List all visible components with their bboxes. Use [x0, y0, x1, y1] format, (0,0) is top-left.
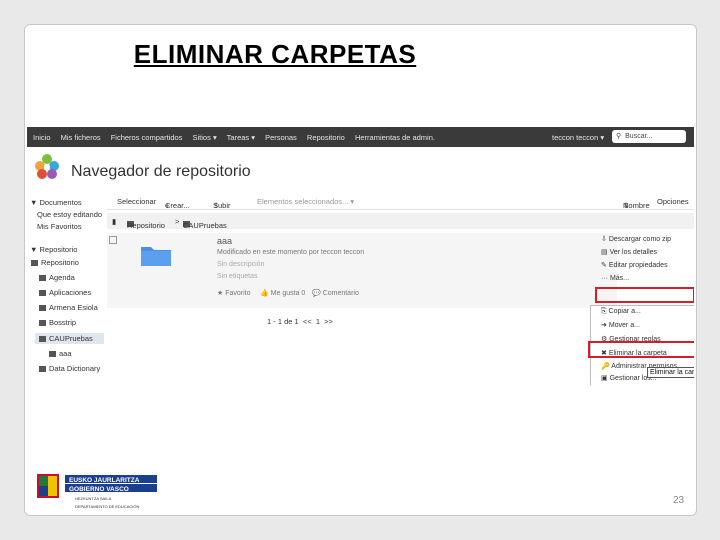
search-input[interactable]: ⚲ Buscar... — [612, 130, 686, 143]
app-title: Navegador de repositorio — [71, 163, 251, 180]
nav-herramientas-admin[interactable]: Herramientas de admin. — [355, 133, 435, 142]
view-details-action[interactable]: ▤ Ver los detalles — [601, 248, 657, 256]
nav-repositorio[interactable]: Repositorio — [307, 133, 345, 142]
sidebar-item-bosstrip[interactable]: Bosstrip — [39, 318, 76, 327]
item-modified: Modificado en este momento por teccon te… — [217, 249, 365, 256]
pagination-next[interactable]: >> — [324, 317, 333, 326]
page-number: 23 — [673, 495, 685, 506]
gov-line4: DEPARTAMENTO DE EDUCACIÓN — [75, 504, 139, 509]
sidebar-documents-header[interactable]: ▼ Documentos — [30, 198, 82, 207]
copy-icon: ⎘ — [601, 308, 609, 315]
gov-line2: GOBIERNO VASCO — [69, 486, 129, 493]
breadcrumb-sep: > — [175, 217, 180, 226]
sidebar-item-repositorio[interactable]: Repositorio — [31, 258, 79, 267]
favorite-button[interactable]: ★ Favorito — [217, 289, 251, 297]
gobierno-vasco-logo: EUSKO JAURLARITZA GOBIERNO VASCO HEZKUNT… — [37, 474, 157, 509]
search-icon: ⚲ — [616, 133, 622, 140]
folder-icon — [39, 290, 46, 297]
folder-icon — [39, 275, 46, 282]
tooltip: Eliminar la carpe — [647, 367, 694, 378]
sidebar-item-aplicaciones[interactable]: Aplicaciones — [39, 288, 91, 297]
folder-icon — [39, 336, 46, 343]
highlight-more-box — [595, 287, 694, 303]
item-description: Sin descripción — [217, 261, 265, 268]
options-button[interactable]: Opciones — [657, 197, 689, 206]
download-zip-action[interactable]: ⇩ Descargar como zip — [601, 235, 671, 243]
folder-icon — [39, 305, 46, 312]
permissions-icon: 🔑 — [601, 363, 612, 370]
pagination-page[interactable]: 1 — [316, 317, 320, 326]
highlight-delete-box — [588, 341, 694, 358]
item-tags: Sin etiquetas — [217, 273, 258, 280]
breadcrumb: ▮ Repositorio > CAUPruebas — [107, 213, 694, 230]
more-icon: ··· — [601, 275, 610, 282]
up-folder-icon[interactable]: ▮ — [112, 217, 116, 226]
sidebar-item-favorites[interactable]: Mis Favoritos — [37, 222, 82, 231]
item-checkbox[interactable] — [109, 236, 117, 244]
item-name[interactable]: aaa — [217, 236, 232, 246]
comment-button[interactable]: 💬 Comentario — [312, 289, 359, 297]
select-button[interactable]: Seleccionar — [117, 197, 156, 206]
star-icon: ★ — [217, 290, 226, 297]
folder-icon — [31, 260, 38, 267]
screenshot: Inicio Mis ficheros Ficheros compartidos… — [27, 127, 694, 385]
pagination-text: 1 - 1 de 1 — [267, 317, 299, 326]
sidebar-item-editing[interactable]: Que estoy editando — [37, 210, 102, 219]
sidebar-repo-header[interactable]: ▼ Repositorio — [30, 245, 77, 254]
folder-icon — [39, 366, 46, 373]
edit-properties-action[interactable]: ✎ Editar propiedades — [601, 261, 668, 269]
move-to-action[interactable]: ➜ Mover a... — [601, 321, 640, 329]
folder-icon — [141, 247, 171, 266]
nav-sitios[interactable]: Sitios ▾ — [193, 133, 217, 142]
pagination-prev[interactable]: << — [303, 317, 312, 326]
nav-ficheros-compartidos[interactable]: Ficheros compartidos — [111, 133, 183, 142]
sidebar-item-armena[interactable]: Armena Esiola — [39, 303, 98, 312]
copy-to-action[interactable]: ⎘ Copiar a... — [601, 308, 641, 316]
gov-line3: HEZKUNTZA SAILA — [75, 496, 112, 501]
like-button[interactable]: 👍 Me gusta 0 — [260, 289, 305, 297]
aspects-icon: ▣ — [601, 375, 610, 382]
alfresco-logo — [35, 154, 59, 179]
list-item[interactable]: aaa Modificado en este momento por tecco… — [107, 233, 617, 308]
move-icon: ➜ — [601, 322, 609, 329]
sidebar-item-caupruebas[interactable]: CAUPruebas — [35, 333, 104, 344]
nav-tareas[interactable]: Tareas ▾ — [227, 133, 255, 142]
sidebar-item-data-dictionary[interactable]: Data Dictionary — [39, 364, 100, 373]
pagination: 1 - 1 de 1 << 1 >> — [267, 317, 333, 326]
details-icon: ▤ — [601, 249, 610, 256]
slide-title: ELIMINAR CARPETAS — [133, 39, 417, 69]
sidebar-item-aaa[interactable]: aaa — [49, 349, 72, 358]
nav-mis-ficheros[interactable]: Mis ficheros — [61, 133, 101, 142]
user-menu[interactable]: teccon teccon ▾ — [552, 133, 604, 142]
comment-icon: 💬 — [312, 290, 323, 297]
more-action[interactable]: ··· Más... — [601, 275, 629, 282]
folder-icon — [49, 351, 56, 358]
top-nav-bar: Inicio Mis ficheros Ficheros compartidos… — [27, 127, 694, 147]
download-icon: ⇩ — [601, 236, 609, 243]
doclib-toolbar: Seleccionar + Crear... ⇪ Subir Elementos… — [107, 193, 694, 210]
nav-inicio[interactable]: Inicio — [33, 133, 51, 142]
sidebar-item-agenda[interactable]: Agenda — [39, 273, 75, 282]
gov-line1: EUSKO JAURLARITZA — [69, 477, 140, 484]
likes-count: 0 — [301, 290, 306, 297]
folder-icon — [39, 320, 46, 327]
edit-icon: ✎ — [601, 262, 609, 269]
slide: ELIMINAR CARPETAS Inicio Mis ficheros Fi… — [24, 24, 697, 516]
thumbs-up-icon: 👍 — [260, 290, 271, 297]
search-placeholder: Buscar... — [625, 133, 653, 140]
top-nav: Inicio Mis ficheros Ficheros compartidos… — [33, 133, 443, 142]
selected-items-menu[interactable]: Elementos seleccionados... ▾ — [257, 197, 354, 206]
nav-personas[interactable]: Personas — [265, 133, 297, 142]
sidebar: ▼ Documentos Que estoy editando Mis Favo… — [27, 193, 104, 385]
